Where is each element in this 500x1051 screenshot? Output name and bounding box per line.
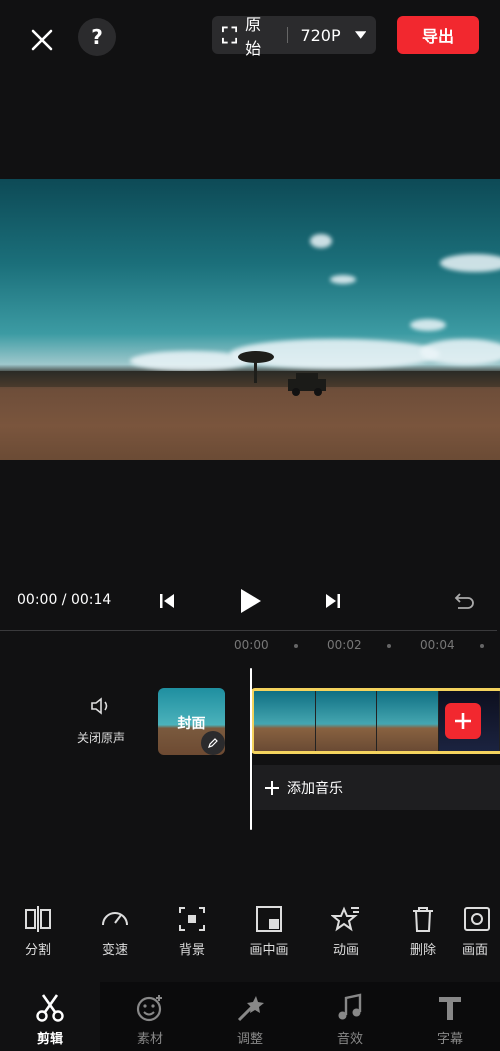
ruler-dot: [480, 644, 484, 648]
clip-frame: [315, 691, 377, 751]
aspect-ratio-icon: [222, 26, 238, 44]
tab-audio[interactable]: 音效: [310, 992, 390, 1047]
export-button[interactable]: 导出: [397, 16, 479, 54]
close-button[interactable]: [20, 18, 64, 62]
time-display: 00:00 / 00:14: [17, 592, 112, 608]
tab-subtitles[interactable]: 字幕: [410, 992, 490, 1047]
dropdown-caret-icon: [354, 31, 366, 39]
ruler-dot: [294, 644, 298, 648]
divider: [0, 630, 497, 631]
add-clip-button[interactable]: [445, 703, 481, 739]
tool-label: 变速: [101, 943, 128, 958]
scissors-icon: [36, 994, 64, 1022]
video-preview[interactable]: [0, 179, 500, 460]
mute-label: 关闭原声: [76, 731, 125, 745]
tool-label: 动画: [332, 943, 359, 958]
tab-label: 调整: [236, 1032, 263, 1047]
adjust-icon: [237, 996, 264, 1022]
close-icon: [31, 29, 53, 51]
music-note-icon: [338, 993, 362, 1020]
tab-edit[interactable]: 剪辑: [10, 992, 90, 1047]
tool-pip[interactable]: 画中画: [239, 905, 299, 958]
cloud: [440, 254, 500, 272]
skip-previous-icon: [160, 594, 174, 608]
animation-icon: [331, 906, 359, 932]
ratio-label: 原始: [245, 15, 262, 58]
next-button[interactable]: [321, 588, 345, 614]
tool-split[interactable]: 分割: [8, 905, 68, 958]
playhead[interactable]: [250, 668, 252, 830]
tool-frame[interactable]: 画面: [462, 905, 500, 958]
tab-adjust[interactable]: 调整: [210, 992, 290, 1047]
vehicle-silhouette: [288, 373, 326, 396]
pill-separator: [287, 27, 289, 43]
edit-cover-button[interactable]: [201, 731, 225, 755]
pip-icon: [256, 906, 282, 932]
acacia-tree: [238, 351, 274, 383]
speaker-icon: [91, 697, 108, 715]
undo-button[interactable]: [452, 588, 478, 614]
split-icon: [25, 906, 51, 932]
text-icon: [439, 997, 461, 1020]
pencil-icon: [208, 738, 218, 748]
undo-icon: [454, 593, 474, 609]
tool-label: 画面: [462, 943, 489, 958]
help-button[interactable]: ?: [78, 18, 116, 56]
tool-label: 删除: [409, 943, 436, 958]
previous-button[interactable]: [155, 588, 179, 614]
add-music-button[interactable]: 添加音乐: [253, 765, 500, 810]
tab-label: 剪辑: [36, 1032, 63, 1047]
cloud: [310, 234, 332, 248]
ruler-mark: 00:02: [327, 638, 362, 652]
tool-label: 画中画: [249, 943, 289, 958]
cover-label: 封面: [177, 716, 206, 732]
cover-thumbnail[interactable]: 封面: [158, 688, 225, 755]
cloud: [330, 275, 356, 284]
ruler-dot: [387, 644, 391, 648]
tab-label: 字幕: [436, 1032, 463, 1047]
add-music-label: 添加音乐: [287, 780, 343, 797]
tool-label: 分割: [24, 943, 51, 958]
ruler-mark: 00:04: [420, 638, 455, 652]
cloud: [420, 339, 500, 365]
tool-label: 背景: [178, 943, 205, 958]
plus-icon: [455, 713, 471, 729]
clip-frame: [377, 691, 439, 751]
tool-speed[interactable]: 变速: [85, 905, 145, 958]
ratio-resolution-selector[interactable]: 原始 720P: [212, 15, 376, 58]
clip-frame: [254, 691, 316, 751]
tab-label: 音效: [336, 1032, 363, 1047]
cloud: [410, 319, 446, 331]
tab-materials[interactable]: 素材: [110, 992, 190, 1047]
tab-label: 素材: [136, 1032, 163, 1047]
tool-background[interactable]: 背景: [162, 905, 222, 958]
plus-icon: [265, 780, 279, 795]
tool-delete[interactable]: 删除: [393, 905, 453, 958]
mute-original-button[interactable]: 关闭原声: [70, 695, 132, 746]
sticker-icon: [136, 995, 162, 1022]
tool-animation[interactable]: 动画: [316, 905, 376, 958]
delete-icon: [413, 907, 433, 932]
frame-icon: [464, 907, 490, 931]
ruler-mark: 00:00: [234, 638, 269, 652]
resolution-label: 720P: [300, 25, 341, 45]
speed-icon: [102, 912, 128, 926]
play-icon: [241, 589, 261, 613]
background-icon: [179, 907, 205, 931]
play-button[interactable]: [234, 588, 266, 614]
skip-next-icon: [326, 594, 340, 608]
